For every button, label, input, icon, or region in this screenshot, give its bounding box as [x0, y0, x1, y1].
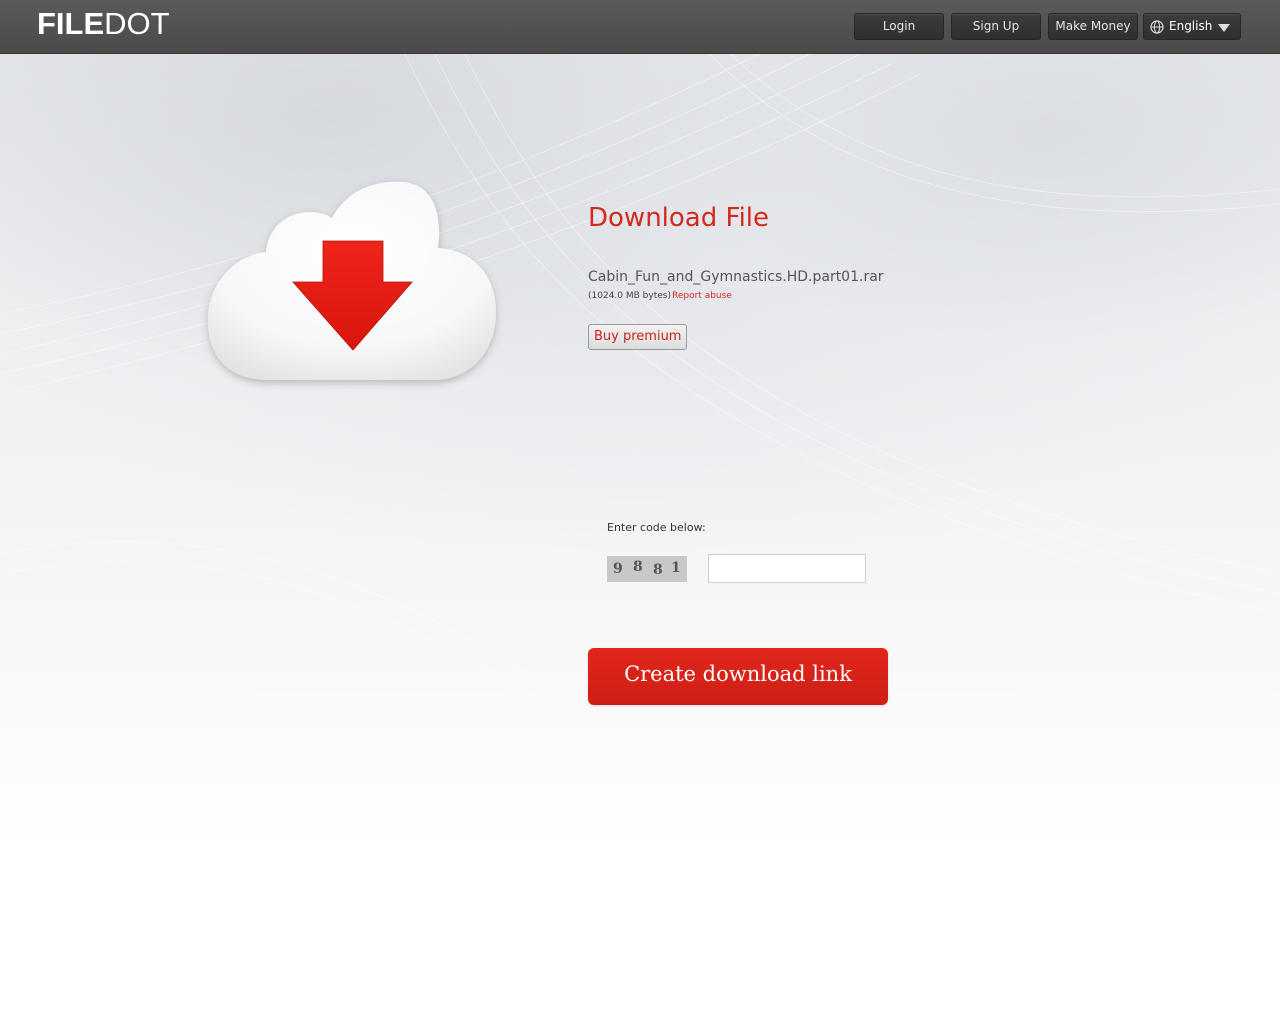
captcha-digit: 9: [613, 561, 623, 577]
logo-light-part: DOT: [104, 6, 170, 41]
captcha-image: 9 8 8 1: [607, 556, 687, 582]
page-title: Download File: [588, 203, 770, 233]
page-background: [0, 54, 1280, 1024]
chevron-down-icon: [1218, 24, 1230, 32]
captcha-digit: 8: [653, 562, 663, 578]
cloud-download-icon: [208, 181, 496, 380]
signup-button[interactable]: Sign Up: [951, 13, 1041, 40]
create-download-link-button[interactable]: Create download link: [588, 648, 888, 705]
language-label: English: [1169, 19, 1213, 33]
captcha-digit: 8: [633, 559, 643, 575]
captcha-label: Enter code below:: [607, 521, 706, 534]
logo-bold-part: FILE: [37, 6, 105, 41]
language-selector[interactable]: English: [1143, 13, 1241, 40]
globe-icon: [1150, 20, 1164, 34]
report-abuse-link[interactable]: Report abuse: [672, 291, 732, 301]
buy-premium-button[interactable]: Buy premium: [588, 324, 688, 350]
file-size: (1024.0 MB bytes): [588, 291, 671, 301]
filedot-logo[interactable]: FILEDOT: [37, 8, 170, 40]
background-waves: [0, 54, 1280, 715]
file-name: Cabin_Fun_and_Gymnastics.HD.part01.rar: [588, 269, 884, 285]
captcha-input[interactable]: [708, 554, 866, 583]
captcha-digit: 1: [671, 560, 681, 576]
make-money-button[interactable]: Make Money: [1048, 13, 1138, 40]
login-button[interactable]: Login: [854, 13, 944, 40]
top-navbar: FILEDOT Login Sign Up Make Money English: [0, 0, 1280, 54]
